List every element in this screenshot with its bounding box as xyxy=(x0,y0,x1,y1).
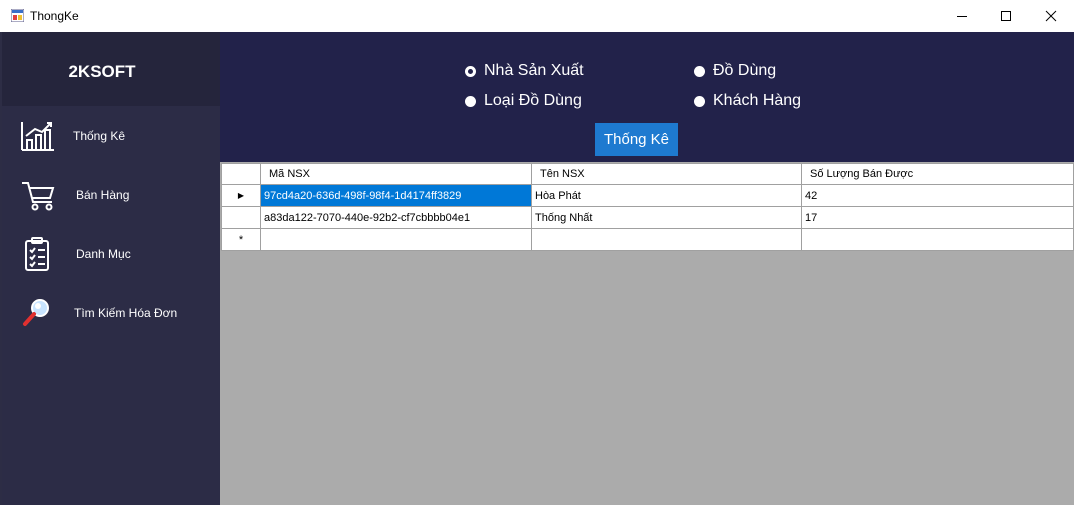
grid-corner-cell[interactable] xyxy=(221,163,261,185)
close-button[interactable] xyxy=(1028,0,1074,32)
app-icon xyxy=(11,9,24,22)
sidebar: 2KSOFT Thống Kê Bán Hàng Danh Mục Tìm Ki… xyxy=(2,32,220,505)
clipboard-checklist-icon xyxy=(25,237,49,271)
sidebar-item-danh-muc[interactable]: Danh Mục xyxy=(2,226,220,282)
radio-khach-hang[interactable]: Khách Hàng xyxy=(694,92,801,110)
table-cell[interactable] xyxy=(801,228,1074,251)
window-title: ThongKe xyxy=(30,9,79,23)
row-header[interactable] xyxy=(221,206,261,229)
sidebar-item-label: Thống Kê xyxy=(73,129,126,143)
logo-area: 2KSOFT xyxy=(2,32,220,106)
minimize-button[interactable] xyxy=(939,0,985,32)
maximize-icon xyxy=(1001,11,1011,21)
grid-table: Mã NSX Tên NSX Số Lượng Bán Được ▶ 97cd4… xyxy=(221,163,1074,251)
table-cell[interactable]: 97cd4a20-636d-498f-98f4-1d4174ff3829 xyxy=(260,184,532,207)
minimize-icon xyxy=(957,16,967,17)
column-header[interactable]: Mã NSX xyxy=(260,163,532,185)
radio-do-dung[interactable]: Đồ Dùng xyxy=(694,62,776,80)
data-grid[interactable]: Mã NSX Tên NSX Số Lượng Bán Được ▶ 97cd4… xyxy=(220,162,1074,505)
sidebar-item-label: Danh Mục xyxy=(76,247,131,261)
table-cell[interactable] xyxy=(260,228,532,251)
new-row-marker[interactable]: * xyxy=(221,228,261,251)
sidebar-item-ban-hang[interactable]: Bán Hàng xyxy=(2,167,220,223)
title-bar: ThongKe xyxy=(0,0,1074,32)
shopping-cart-icon xyxy=(22,182,55,211)
table-cell[interactable]: a83da122-7070-440e-92b2-cf7cbbbb04e1 xyxy=(260,206,532,229)
app-logo: 2KSOFT xyxy=(68,62,136,81)
sidebar-item-tim-kiem-hoa-don[interactable]: Tìm Kiếm Hóa Đơn xyxy=(2,285,220,341)
magnifier-icon xyxy=(23,299,49,326)
radio-unchecked-icon xyxy=(465,95,476,107)
sidebar-item-label: Tìm Kiếm Hóa Đơn xyxy=(74,306,178,320)
radio-unchecked-icon xyxy=(694,95,705,107)
thong-ke-button[interactable]: Thống Kê xyxy=(595,123,678,156)
radio-label: Khách Hàng xyxy=(713,92,802,109)
close-icon xyxy=(1045,10,1057,22)
grid-header-row: Mã NSX Tên NSX Số Lượng Bán Được xyxy=(221,163,1074,185)
radio-loai-do-dung[interactable]: Loại Đồ Dùng xyxy=(465,92,582,110)
radio-nha-san-xuat[interactable]: Nhà Sản Xuất xyxy=(465,62,584,80)
table-row[interactable]: ▶ 97cd4a20-636d-498f-98f4-1d4174ff3829 H… xyxy=(221,184,1074,207)
current-row-marker[interactable]: ▶ xyxy=(221,184,261,207)
radio-checked-icon xyxy=(465,65,476,77)
table-cell[interactable]: Thống Nhất xyxy=(531,206,802,229)
table-cell[interactable] xyxy=(531,228,802,251)
column-header[interactable]: Tên NSX xyxy=(531,163,802,185)
table-cell[interactable]: 42 xyxy=(801,184,1074,207)
table-row[interactable]: a83da122-7070-440e-92b2-cf7cbbbb04e1 Thố… xyxy=(221,206,1074,229)
table-cell[interactable]: Hòa Phát xyxy=(531,184,802,207)
column-header[interactable]: Số Lượng Bán Được xyxy=(801,163,1074,185)
filter-panel: Nhà Sản Xuất Đồ Dùng Loại Đồ Dùng Khách … xyxy=(220,32,1074,162)
radio-label: Nhà Sản Xuất xyxy=(484,62,584,79)
radio-unchecked-icon xyxy=(694,65,705,77)
sidebar-item-thong-ke[interactable]: Thống Kê xyxy=(2,108,220,164)
radio-label: Đồ Dùng xyxy=(713,62,777,79)
radio-label: Loại Đồ Dùng xyxy=(484,92,582,109)
new-row[interactable]: * xyxy=(221,228,1074,251)
sidebar-item-label: Bán Hàng xyxy=(76,188,130,202)
table-cell[interactable]: 17 xyxy=(801,206,1074,229)
bar-chart-icon xyxy=(21,122,54,151)
maximize-button[interactable] xyxy=(983,0,1029,32)
